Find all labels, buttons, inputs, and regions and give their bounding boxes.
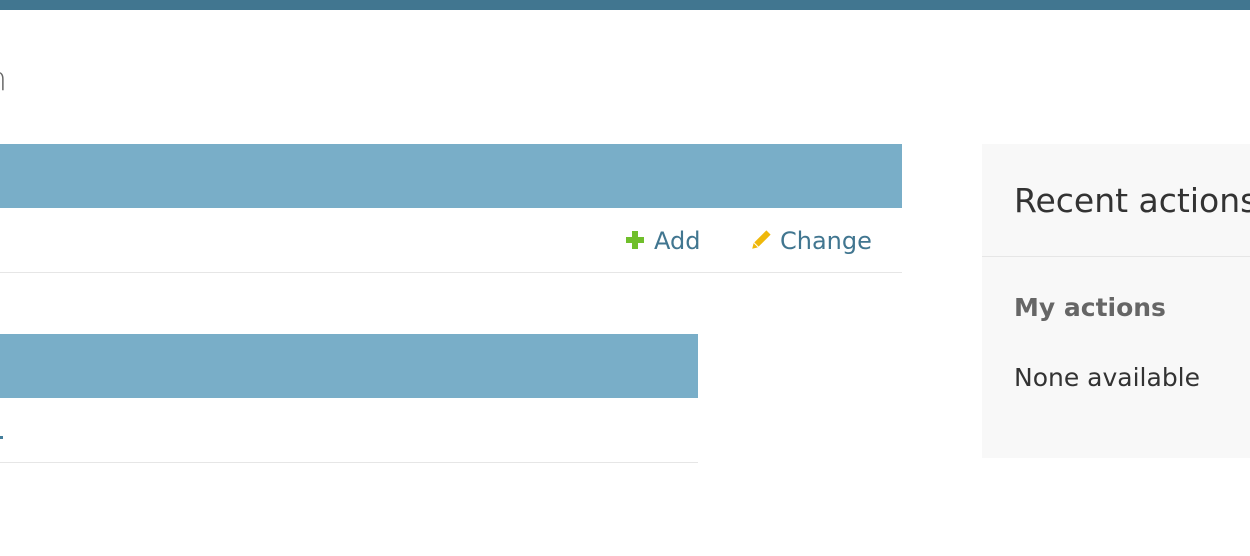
divider [982, 256, 1250, 257]
page-title-text: on [0, 56, 7, 102]
recent-actions-title: Recent actions [1014, 181, 1250, 220]
model-row [0, 398, 698, 463]
plus-icon [624, 228, 648, 254]
page-title: on [0, 56, 300, 102]
model-row: Add Change [0, 208, 902, 273]
pencil-icon [748, 228, 772, 254]
add-label: Add [654, 227, 701, 255]
app-module-header [0, 334, 698, 398]
app-module-header [0, 144, 902, 208]
model-link-fragment[interactable] [0, 436, 3, 439]
recent-actions-panel: Recent actions My actions None available [982, 144, 1250, 458]
change-label: Change [780, 227, 872, 255]
site-header-bar [0, 0, 1250, 10]
my-actions-heading: My actions [1014, 293, 1166, 322]
empty-actions-text: None available [1014, 363, 1201, 392]
